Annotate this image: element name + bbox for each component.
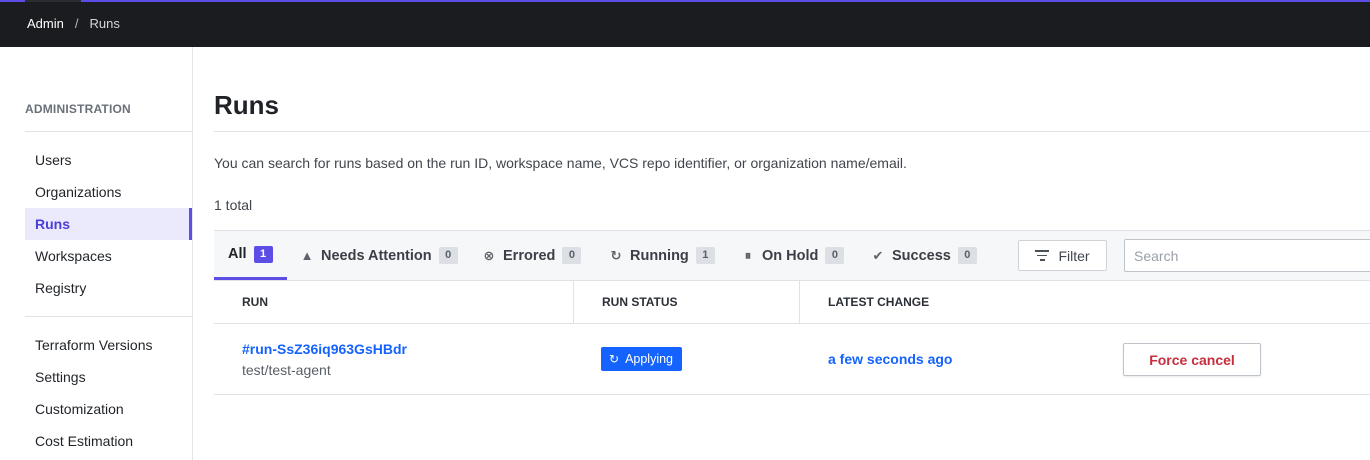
sidebar-item-users[interactable]: Users xyxy=(25,144,192,176)
status-tab-bar: All 1 ▲ Needs Attention 0 ⊗ Errored 0 ↻ … xyxy=(214,230,1370,281)
breadcrumb: Admin / Runs xyxy=(27,16,120,31)
status-badge: ↻ Applying xyxy=(601,347,683,371)
tab-needs-attention[interactable]: ▲ Needs Attention 0 xyxy=(300,231,458,280)
sidebar-item-terraform-versions[interactable]: Terraform Versions xyxy=(25,329,192,361)
sync-icon: ↻ xyxy=(609,352,620,366)
tab-count-badge: 0 xyxy=(438,247,458,264)
tab-count-badge: 0 xyxy=(562,247,582,264)
pause-circle-icon: ⏸ xyxy=(744,247,752,263)
total-count: 1 total xyxy=(214,197,253,213)
sidebar-divider xyxy=(25,131,192,132)
breadcrumb-separator: / xyxy=(74,16,79,31)
tab-label: Errored xyxy=(503,247,556,264)
latest-change-link[interactable]: a few seconds ago xyxy=(828,351,952,367)
tab-label: Running xyxy=(630,247,689,264)
filter-icon xyxy=(1035,250,1050,261)
sidebar-heading: ADMINISTRATION xyxy=(25,102,131,116)
table-row: #run-SsZ36iq963GsHBdr test/test-agent ↻ … xyxy=(214,324,1370,395)
column-header-run-status: RUN STATUS xyxy=(602,295,678,309)
sidebar-divider xyxy=(25,316,192,317)
sidebar-item-cost-estimation[interactable]: Cost Estimation xyxy=(25,425,192,457)
sidebar-item-organizations[interactable]: Organizations xyxy=(25,176,192,208)
sync-icon: ↻ xyxy=(610,247,622,263)
run-id-link[interactable]: #run-SsZ36iq963GsHBdr xyxy=(242,341,407,357)
tab-label: Needs Attention xyxy=(321,247,432,264)
main-content: Runs You can search for runs based on th… xyxy=(214,47,1370,460)
sidebar-item-customization[interactable]: Customization xyxy=(25,393,192,425)
table-header: RUN RUN STATUS LATEST CHANGE xyxy=(214,281,1370,324)
tab-success[interactable]: ✔ Success 0 xyxy=(871,231,977,280)
check-circle-icon: ✔ xyxy=(872,247,884,263)
tab-label: Success xyxy=(892,247,951,264)
force-cancel-button[interactable]: Force cancel xyxy=(1123,343,1261,376)
tab-errored[interactable]: ⊗ Errored 0 xyxy=(482,231,582,280)
top-bar: Admin / Runs xyxy=(0,0,1370,47)
tab-count-badge: 0 xyxy=(957,247,977,264)
filter-label: Filter xyxy=(1058,247,1090,264)
run-workspace: test/test-agent xyxy=(242,362,331,378)
tab-label: All xyxy=(228,246,247,262)
tab-count-badge: 0 xyxy=(825,247,845,264)
status-label: Applying xyxy=(625,352,674,366)
tab-all[interactable]: All 1 xyxy=(214,231,287,280)
top-bar-tab-marker xyxy=(25,0,81,2)
breadcrumb-current: Runs xyxy=(89,16,120,31)
page-description: You can search for runs based on the run… xyxy=(214,155,907,171)
tab-running[interactable]: ↻ Running 1 xyxy=(609,231,715,280)
error-circle-icon: ⊗ xyxy=(483,247,495,263)
column-header-latest-change: LATEST CHANGE xyxy=(828,295,930,309)
sidebar-item-runs[interactable]: Runs xyxy=(25,208,192,240)
sidebar-item-registry[interactable]: Registry xyxy=(25,272,192,304)
warning-icon: ▲ xyxy=(300,248,314,263)
breadcrumb-admin-link[interactable]: Admin xyxy=(27,16,64,31)
search-input[interactable] xyxy=(1124,239,1370,272)
tab-label: On Hold xyxy=(762,247,819,264)
tab-count-badge: 1 xyxy=(695,247,715,264)
sidebar-item-workspaces[interactable]: Workspaces xyxy=(25,240,192,272)
column-divider xyxy=(573,281,574,324)
title-divider xyxy=(214,131,1370,132)
sidebar-item-settings[interactable]: Settings xyxy=(25,361,192,393)
page-title: Runs xyxy=(214,90,279,120)
tab-on-hold[interactable]: ⏸ On Hold 0 xyxy=(741,231,845,280)
sidebar: ADMINISTRATION Users Organizations Runs … xyxy=(0,47,193,460)
filter-button[interactable]: Filter xyxy=(1018,240,1107,271)
tab-count-badge: 1 xyxy=(253,245,273,263)
column-header-run: RUN xyxy=(242,295,268,309)
column-divider xyxy=(799,281,800,324)
